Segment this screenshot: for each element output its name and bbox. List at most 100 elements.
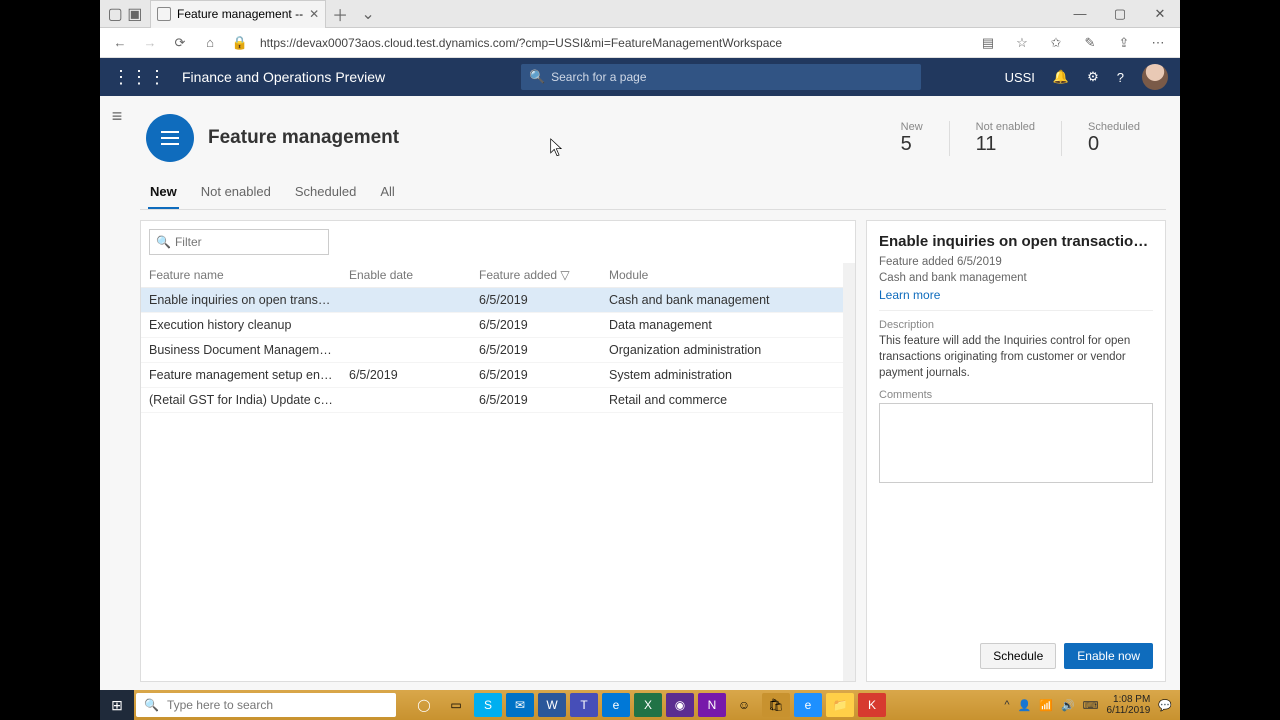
taskbar-explorer[interactable]: 📁 — [826, 693, 854, 717]
browser-tab[interactable]: Feature management -- ✕ — [150, 0, 326, 28]
stat-label: New — [901, 121, 923, 133]
tab-not-enabled[interactable]: Not enabled — [199, 176, 273, 209]
waffle-icon[interactable]: ⋮⋮⋮ — [112, 67, 166, 88]
taskbar-store[interactable]: 🛍 — [762, 693, 790, 717]
enable-now-button[interactable]: Enable now — [1064, 643, 1153, 669]
gear-icon[interactable]: ⚙ — [1087, 69, 1099, 85]
stat-tile[interactable]: Scheduled0 — [1061, 121, 1166, 156]
app-topnav: ⋮⋮⋮ Finance and Operations Preview 🔍 USS… — [100, 58, 1180, 96]
taskbar-teams[interactable]: T — [570, 693, 598, 717]
detail-title: Enable inquiries on open transactions ..… — [879, 233, 1153, 250]
cell-feature-added: 6/5/2019 — [471, 313, 601, 337]
refresh-button[interactable]: ⟳ — [170, 35, 190, 51]
table-row[interactable]: Business Document Management 6/5/2019Orga… — [141, 338, 855, 363]
taskview-icon[interactable]: ▭ — [442, 693, 470, 717]
taskbar-photos[interactable]: ◉ — [666, 693, 694, 717]
home-button[interactable]: ⌂ — [200, 35, 220, 50]
new-tab-button[interactable]: ＋ — [326, 2, 354, 26]
back-button[interactable]: ← — [110, 35, 130, 50]
tray-notifications-icon[interactable]: 💬 — [1158, 699, 1172, 712]
cell-feature-added: 6/5/2019 — [471, 363, 601, 387]
tab-scheduled[interactable]: Scheduled — [293, 176, 358, 209]
tray-chevron-icon[interactable]: ^ — [1004, 699, 1009, 711]
search-icon: 🔍 — [144, 698, 159, 712]
filter-input[interactable] — [175, 235, 322, 249]
avatar[interactable] — [1142, 64, 1168, 90]
start-button[interactable]: ⊞ — [100, 690, 134, 720]
cell-feature-added: 6/5/2019 — [471, 338, 601, 362]
stat-tile[interactable]: New5 — [875, 121, 949, 156]
tab-all[interactable]: All — [378, 176, 396, 209]
stat-value: 0 — [1088, 133, 1140, 156]
tray-volume-icon[interactable]: 🔊 — [1061, 699, 1075, 712]
cell-module: Organization administration — [601, 338, 855, 362]
stat-label: Scheduled — [1088, 121, 1140, 133]
cortana-icon[interactable]: ◯ — [410, 693, 438, 717]
favorite-icon[interactable]: ☆ — [1010, 35, 1034, 51]
table-row[interactable]: Execution history cleanup6/5/2019Data ma… — [141, 313, 855, 338]
col-feature-added[interactable]: Feature added ▽ — [471, 263, 601, 287]
taskbar-edge[interactable]: e — [602, 693, 630, 717]
learn-more-link[interactable]: Learn more — [879, 288, 1153, 302]
taskbar-clock[interactable]: 1:08 PM 6/11/2019 — [1107, 694, 1151, 716]
taskbar-app[interactable]: K — [858, 693, 886, 717]
close-tab-icon[interactable]: ✕ — [309, 7, 319, 21]
reader-icon[interactable]: ▤ — [976, 35, 1000, 51]
minimize-button[interactable]: — — [1060, 0, 1100, 28]
table-row[interactable]: (Retail GST for India) Update cre... 6/5/… — [141, 388, 855, 413]
cell-enable-date: 6/5/2019 — [341, 363, 471, 387]
maximize-button[interactable]: ▢ — [1100, 0, 1140, 28]
col-module[interactable]: Module — [601, 263, 855, 287]
cell-feature-added: 6/5/2019 — [471, 388, 601, 412]
share-icon[interactable]: ⇪ — [1112, 35, 1136, 51]
feature-detail-panel: Enable inquiries on open transactions ..… — [866, 220, 1166, 682]
close-window-button[interactable]: ✕ — [1140, 0, 1180, 28]
tab-group-icons[interactable]: ▢ ▣ — [100, 4, 150, 24]
cell-feature-name: Business Document Management — [141, 338, 341, 362]
taskbar-excel[interactable]: X — [634, 693, 662, 717]
search-input[interactable] — [521, 64, 921, 90]
tray-network-icon[interactable]: 📶 — [1039, 699, 1053, 712]
taskbar-onenote[interactable]: N — [698, 693, 726, 717]
taskbar-skype[interactable]: S — [474, 693, 502, 717]
filter-icon: 🔍 — [156, 235, 171, 249]
more-icon[interactable]: ⋯ — [1146, 35, 1170, 51]
bell-icon[interactable]: 🔔 — [1053, 69, 1069, 85]
comments-label: Comments — [879, 389, 1153, 401]
col-enable-date[interactable]: Enable date — [341, 263, 471, 287]
grid-scrollbar[interactable] — [843, 263, 855, 681]
notes-icon[interactable]: ✎ — [1078, 35, 1102, 51]
favorites-list-icon[interactable]: ✩ — [1044, 35, 1068, 51]
description-label: Description — [879, 319, 1153, 331]
tray-ime-icon[interactable]: ⌨ — [1083, 699, 1099, 712]
help-icon[interactable]: ? — [1117, 70, 1124, 85]
tray-people-icon[interactable]: 👤 — [1018, 699, 1032, 712]
taskbar-outlook[interactable]: ✉ — [506, 693, 534, 717]
table-row[interactable]: Feature management setup enh... 🔒6/5/201… — [141, 363, 855, 388]
cell-feature-name: (Retail GST for India) Update cre... — [141, 388, 341, 412]
taskbar-search[interactable]: 🔍 Type here to search — [136, 693, 396, 717]
table-row[interactable]: Enable inquiries on open transa...6/5/20… — [141, 288, 855, 313]
cell-enable-date — [341, 388, 471, 412]
cell-module: Cash and bank management — [601, 288, 855, 312]
taskbar-word[interactable]: W — [538, 693, 566, 717]
comments-textarea[interactable] — [879, 403, 1153, 483]
feature-grid-panel: 🔍 Feature name Enable date Feature added… — [140, 220, 856, 682]
hamburger-icon[interactable]: ≡ — [100, 96, 134, 690]
cell-feature-name: Execution history cleanup — [141, 313, 341, 337]
schedule-button[interactable]: Schedule — [980, 643, 1056, 669]
company-link[interactable]: USSI — [1005, 70, 1035, 85]
tab-dropdown-icon[interactable]: ⌄ — [354, 4, 382, 24]
taskbar-emoji[interactable]: ☺ — [730, 693, 758, 717]
tab-new[interactable]: New — [148, 176, 179, 209]
forward-button[interactable]: → — [140, 35, 160, 50]
taskbar-ie[interactable]: e — [794, 693, 822, 717]
detail-added: Feature added 6/5/2019 — [879, 254, 1153, 270]
stat-label: Not enabled — [976, 121, 1035, 133]
col-feature-name[interactable]: Feature name — [141, 263, 341, 287]
stat-value: 11 — [976, 133, 1035, 156]
url-text[interactable]: https://devax00073aos.cloud.test.dynamic… — [260, 36, 782, 50]
stat-tile[interactable]: Not enabled11 — [949, 121, 1061, 156]
page-header: Feature management New5Not enabled11Sche… — [140, 106, 1166, 172]
description-text: This feature will add the Inquiries cont… — [879, 333, 1153, 381]
